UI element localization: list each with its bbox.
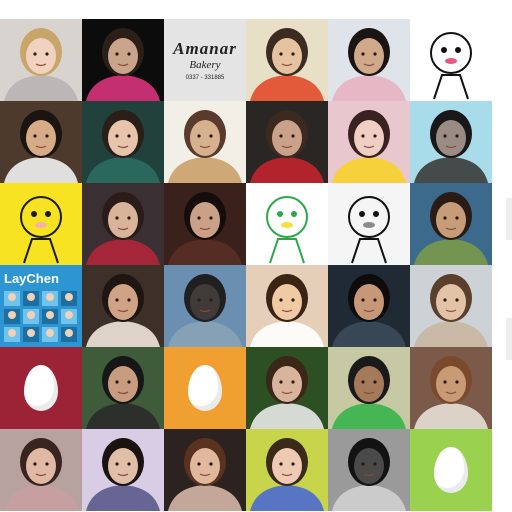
avatar-tile[interactable] bbox=[410, 101, 492, 183]
avatar-tile[interactable] bbox=[328, 19, 410, 101]
guy-in-green-shirt bbox=[328, 347, 410, 429]
double-exposure-photo bbox=[164, 101, 246, 183]
bw-guy-portrait bbox=[328, 429, 410, 511]
avatar-tile[interactable] bbox=[82, 265, 164, 347]
avatar-tile[interactable] bbox=[328, 429, 410, 511]
avatar-tile[interactable] bbox=[0, 347, 82, 429]
laychen-poster: LayChen bbox=[0, 265, 82, 347]
group-anime-photo bbox=[246, 19, 328, 101]
default-egg-avatar bbox=[24, 365, 58, 411]
avatar-tile[interactable] bbox=[328, 101, 410, 183]
avatar-tile[interactable] bbox=[0, 183, 82, 265]
avatar-tile[interactable] bbox=[82, 19, 164, 101]
red-scarf-girl bbox=[82, 183, 164, 265]
skeleton-drawing bbox=[410, 19, 492, 101]
guy-with-sunglasses bbox=[82, 347, 164, 429]
default-egg-avatar bbox=[434, 447, 468, 493]
avatar-tile[interactable] bbox=[164, 101, 246, 183]
avatar-tile[interactable] bbox=[164, 265, 246, 347]
avatar-tile[interactable] bbox=[82, 101, 164, 183]
avatar-tile[interactable] bbox=[410, 265, 492, 347]
logo-bakery-text: Bakery bbox=[189, 59, 221, 71]
avatar-grid: Amanar Bakery 0337 - 331885 LayChen bbox=[0, 19, 512, 511]
man-by-the-sea bbox=[164, 265, 246, 347]
girl-in-forest bbox=[246, 347, 328, 429]
colorful-selfie bbox=[246, 429, 328, 511]
avatar-tile[interactable] bbox=[164, 347, 246, 429]
avatar-tile[interactable] bbox=[0, 101, 82, 183]
cartoon-boy bbox=[0, 183, 82, 265]
avatar-tile[interactable] bbox=[328, 265, 410, 347]
avatar-tile[interactable] bbox=[246, 101, 328, 183]
avatar-tile[interactable] bbox=[0, 19, 82, 101]
dark-haired-girl bbox=[328, 265, 410, 347]
keroro-frog bbox=[246, 183, 328, 265]
couple-selfie bbox=[328, 19, 410, 101]
avatar-tile[interactable] bbox=[0, 429, 82, 511]
soccer-player bbox=[246, 101, 328, 183]
avatar-tile[interactable]: Amanar Bakery 0337 - 331885 bbox=[164, 19, 246, 101]
avatar-tile[interactable] bbox=[328, 347, 410, 429]
girl-on-grass bbox=[410, 183, 492, 265]
sleeping-boy bbox=[164, 183, 246, 265]
logo-phone-text: 0337 - 331885 bbox=[185, 75, 225, 81]
guitar-boy bbox=[0, 101, 82, 183]
two-guys-photo bbox=[82, 19, 164, 101]
girl-with-long-hair bbox=[0, 429, 82, 511]
avatar-tile[interactable] bbox=[410, 19, 492, 101]
smiling-guy bbox=[410, 265, 492, 347]
couple-close-up bbox=[82, 265, 164, 347]
logo-amanar-text: Amanar bbox=[173, 39, 237, 58]
avatar-tile[interactable]: LayChen bbox=[0, 265, 82, 347]
green-eyed-girl bbox=[82, 101, 164, 183]
group-of-friends bbox=[82, 429, 164, 511]
anime-character-sketch bbox=[328, 183, 410, 265]
avatar-tile[interactable] bbox=[246, 19, 328, 101]
avatar-tile[interactable] bbox=[164, 429, 246, 511]
smiling-asian-girl bbox=[246, 265, 328, 347]
avatar-tile[interactable] bbox=[410, 183, 492, 265]
poster-title-text: LayChen bbox=[4, 271, 59, 286]
portrait-blonde-girl bbox=[0, 19, 82, 101]
default-egg-avatar bbox=[188, 365, 222, 411]
brunette-selfie bbox=[164, 429, 246, 511]
avatar-tile[interactable] bbox=[410, 347, 492, 429]
avatar-tile[interactable] bbox=[246, 429, 328, 511]
shoes-on-water bbox=[410, 101, 492, 183]
avatar-tile[interactable] bbox=[82, 347, 164, 429]
flower-face-girl bbox=[328, 101, 410, 183]
avatar-tile[interactable] bbox=[246, 347, 328, 429]
avatar-tile[interactable] bbox=[82, 429, 164, 511]
avatar-tile[interactable] bbox=[410, 429, 492, 511]
bakery-logo: Amanar Bakery 0337 - 331885 bbox=[164, 19, 246, 101]
avatar-tile[interactable] bbox=[82, 183, 164, 265]
avatar-tile[interactable] bbox=[164, 183, 246, 265]
statue-mirror bbox=[410, 347, 492, 429]
background-stripe bbox=[506, 198, 512, 240]
background-stripe bbox=[506, 318, 512, 360]
avatar-tile[interactable] bbox=[246, 183, 328, 265]
avatar-tile[interactable] bbox=[328, 183, 410, 265]
avatar-tile[interactable] bbox=[246, 265, 328, 347]
